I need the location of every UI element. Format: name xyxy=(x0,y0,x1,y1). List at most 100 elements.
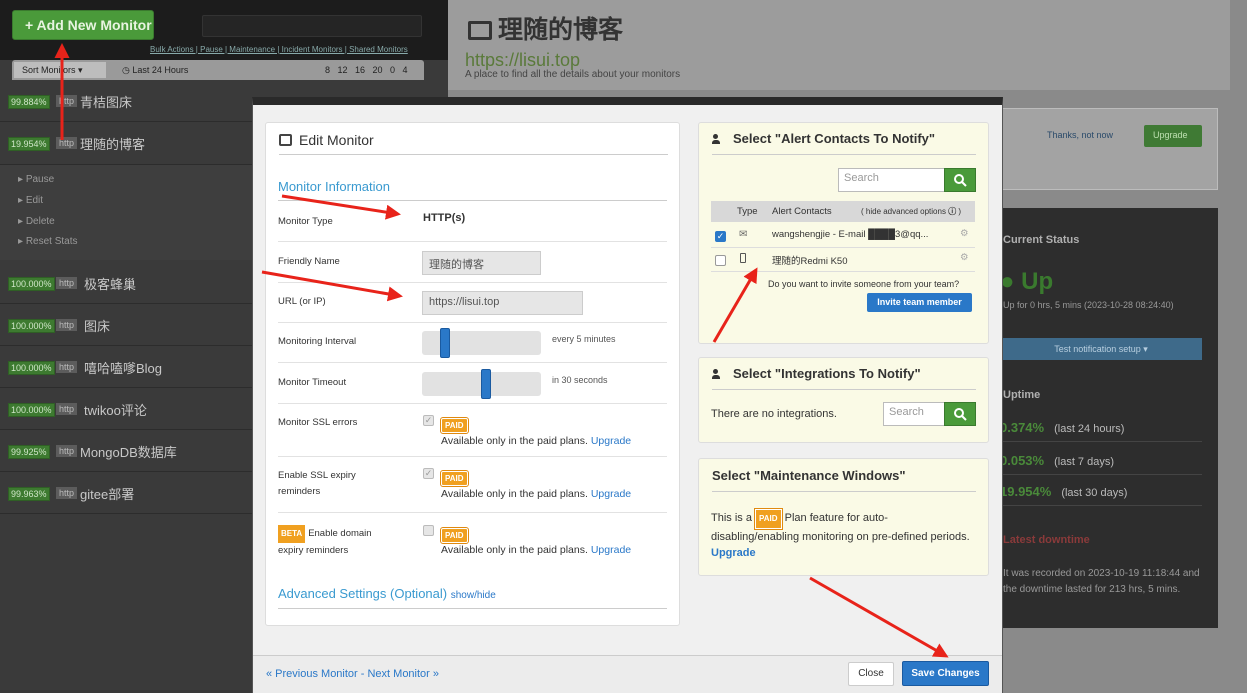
contacts-search-input[interactable]: Search xyxy=(838,168,945,192)
paid-notice-text: Available only in the paid plans. xyxy=(441,488,588,500)
promo-upgrade-button[interactable]: Upgrade xyxy=(1144,125,1202,147)
monitor-name[interactable]: 理随的博客 xyxy=(80,134,145,153)
uptime-badge: 100.000% xyxy=(8,319,55,333)
info-icon: ⓘ xyxy=(948,207,957,216)
integrations-search-input[interactable]: Search xyxy=(883,402,945,426)
uptime-badge: 100.000% xyxy=(8,403,55,417)
maintenance-text: This is a PAID Plan feature for auto-dis… xyxy=(711,508,973,561)
search-icon xyxy=(954,408,967,421)
domain-expiry-label: BETA Enable domain expiry reminders xyxy=(278,525,398,559)
status-text: Up xyxy=(1021,268,1054,295)
uptime-badge: 19.954% xyxy=(8,137,50,151)
advanced-settings-heading: Advanced Settings (Optional) show/hide xyxy=(278,586,667,609)
page-title-text: 理随的博客 xyxy=(498,16,624,44)
friendly-name-label: Friendly Name xyxy=(278,256,340,267)
monitor-search-input[interactable] xyxy=(202,15,422,37)
type-badge: http xyxy=(56,319,78,331)
monitor-name[interactable]: 嘻哈嗑嗲Blog xyxy=(84,358,162,377)
uptime-badge: 99.884% xyxy=(8,95,50,109)
contact-row[interactable]: ✓ ✉ wangshengjie - E-mail ████3@qq... ⚙ xyxy=(711,224,975,248)
alert-contacts-title-text: Select "Alert Contacts To Notify" xyxy=(733,131,936,146)
paid-notice: Available only in the paid plans. Upgrad… xyxy=(441,435,631,447)
monitor-url-link[interactable]: https://lisui.top xyxy=(465,50,580,71)
reset-stats-label: Reset Stats xyxy=(25,236,78,247)
monitor-name[interactable]: 青桔图床 xyxy=(80,92,132,111)
monitor-timeout-slider[interactable] xyxy=(422,369,541,399)
upgrade-link[interactable]: Upgrade xyxy=(591,435,631,447)
bulk-action-links[interactable]: Bulk Actions | Pause | Maintenance | Inc… xyxy=(150,45,420,54)
maintenance-title: Select "Maintenance Windows" xyxy=(712,468,976,492)
gear-icon[interactable]: ⚙ xyxy=(960,228,969,239)
uptime-pct: 19.954% xyxy=(1000,484,1052,499)
uptime-label: Uptime xyxy=(1003,389,1041,401)
add-new-monitor-button[interactable]: + Add New Monitor xyxy=(12,10,154,40)
contact-checkbox[interactable] xyxy=(715,255,726,266)
ssl-errors-label: Monitor SSL errors xyxy=(278,417,358,428)
interval-slider-handle[interactable] xyxy=(440,328,451,358)
contact-row[interactable]: 理随的Redmi K50 ⚙ xyxy=(711,248,975,272)
friendly-name-input[interactable]: 理随的博客 xyxy=(422,251,541,275)
show-hide-link[interactable]: show/hide xyxy=(451,590,496,601)
hide-advanced-options-link[interactable]: ( hide advanced options ⓘ ) xyxy=(861,206,961,217)
reset-stats-action[interactable]: ▸ Reset Stats xyxy=(18,236,78,247)
ssl-expiry-checkbox[interactable]: ✓ xyxy=(423,468,434,479)
uptime-row: 0.374% (last 24 hours) xyxy=(1000,420,1202,442)
monitor-name[interactable]: 极客蜂巢 xyxy=(84,274,136,293)
type-badge: http xyxy=(56,95,78,107)
paid-notice-text: Available only in the paid plans. xyxy=(441,435,588,447)
test-notification-button[interactable]: Test notification setup ▾ xyxy=(1000,338,1202,360)
monitor-icon xyxy=(468,21,492,40)
monitor-name[interactable]: MongoDB数据库 xyxy=(80,442,177,461)
uptime-badge: 100.000% xyxy=(8,277,55,291)
monitor-timeout-label: Monitor Timeout xyxy=(278,377,347,388)
hide-advanced-options-text: ( hide advanced options xyxy=(861,207,946,216)
invite-team-member-button[interactable]: Invite team member xyxy=(867,293,972,312)
monitor-information-heading: Monitor Information xyxy=(278,179,667,201)
contact-checkbox-checked[interactable]: ✓ xyxy=(715,231,726,242)
maintenance-text-a: This is a xyxy=(711,512,752,524)
time-range-label: ◷ Last 24 Hours xyxy=(122,65,189,75)
gear-icon[interactable]: ⚙ xyxy=(960,252,969,263)
save-changes-button[interactable]: Save Changes xyxy=(902,661,989,686)
paid-badge: PAID xyxy=(440,470,469,487)
type-badge: http xyxy=(56,361,78,373)
timeout-slider-handle[interactable] xyxy=(480,369,491,399)
interval-value: every 5 minutes xyxy=(552,334,616,344)
email-icon: ✉ xyxy=(739,229,748,240)
url-label: URL (or IP) xyxy=(278,296,326,307)
edit-icon xyxy=(279,134,292,146)
monitor-type-label: Monitor Type xyxy=(278,216,333,227)
monitoring-interval-slider[interactable] xyxy=(422,328,541,358)
integrations-search-button[interactable] xyxy=(944,402,976,426)
delete-action[interactable]: ▸ Delete xyxy=(18,216,55,227)
upgrade-link[interactable]: Upgrade xyxy=(591,544,631,556)
monitoring-interval-label: Monitoring Interval xyxy=(278,336,357,347)
monitor-name[interactable]: gitee部署 xyxy=(80,484,134,503)
domain-expiry-checkbox[interactable] xyxy=(423,525,434,536)
prev-next-monitor-links[interactable]: « Previous Monitor - Next Monitor » xyxy=(266,668,439,680)
maintenance-upgrade-link[interactable]: Upgrade xyxy=(711,547,756,559)
invite-question: Do you want to invite someone from your … xyxy=(768,279,960,289)
timeout-value: in 30 seconds xyxy=(552,375,608,385)
type-badge: http xyxy=(56,277,78,289)
contact-name: wangshengjie - E-mail ████3@qq... xyxy=(772,229,929,240)
monitor-name[interactable]: twikoo评论 xyxy=(84,400,147,419)
upgrade-link[interactable]: Upgrade xyxy=(591,488,631,500)
close-button[interactable]: Close xyxy=(848,662,894,686)
ssl-errors-checkbox[interactable]: ✓ xyxy=(423,415,434,426)
thanks-not-now-link[interactable]: Thanks, not now xyxy=(1047,130,1113,140)
edit-action[interactable]: ▸ Edit xyxy=(18,195,43,206)
uptime-pct: 0.053% xyxy=(1000,453,1045,468)
edit-monitor-title: Edit Monitor xyxy=(279,130,668,155)
pause-action[interactable]: ▸ Pause xyxy=(18,174,54,185)
uptime-pct: 0.374% xyxy=(1000,420,1045,435)
alert-contacts-title: Select "Alert Contacts To Notify" xyxy=(712,131,976,155)
ssl-expiry-label: Enable SSL expiry reminders xyxy=(278,470,356,497)
paid-notice-text: Available only in the paid plans. xyxy=(441,544,588,556)
status-duration: Up for 0 hrs, 5 mins (2023-10-28 08:24:4… xyxy=(1003,300,1174,310)
monitor-name[interactable]: 图床 xyxy=(84,316,110,335)
phone-icon xyxy=(740,253,746,263)
sort-monitors-dropdown[interactable]: Sort Monitors ▾ xyxy=(14,62,106,78)
contacts-search-button[interactable] xyxy=(944,168,976,192)
url-input[interactable]: https://lisui.top xyxy=(422,291,583,315)
